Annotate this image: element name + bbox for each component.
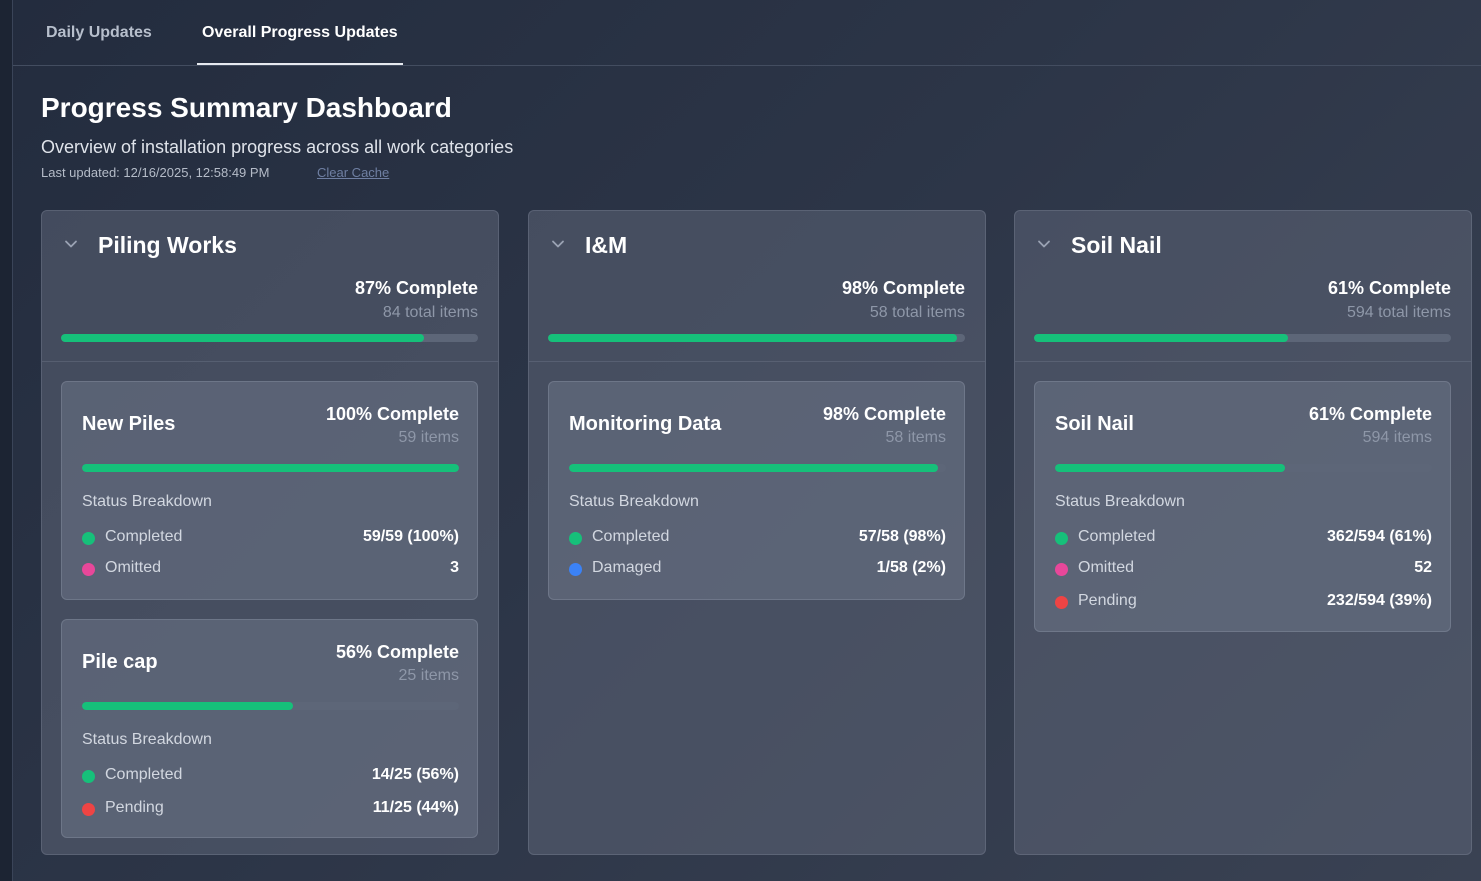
subcategory-card-pile-cap: Pile cap 56% Complete 25 items Status Br… bbox=[61, 619, 478, 838]
subcategory-card-soil-nail: Soil Nail 61% Complete 594 items Status … bbox=[1034, 381, 1451, 632]
status-breakdown-label: Status Breakdown bbox=[82, 731, 212, 748]
category-percent: 61% Complete bbox=[1327, 278, 1451, 298]
subcategory-percent: 100% Complete bbox=[325, 404, 459, 424]
status-row-damaged: Damaged 1/58 (2%) bbox=[569, 558, 946, 580]
chevron-down-icon[interactable] bbox=[551, 237, 565, 251]
subcategory-progress-bar bbox=[569, 464, 946, 472]
status-value: 1/58 (2%) bbox=[876, 559, 946, 576]
status-label: Completed bbox=[1078, 528, 1156, 545]
subcategory-title: Soil Nail bbox=[1055, 413, 1134, 435]
chevron-down-icon[interactable] bbox=[64, 237, 78, 251]
category-title: Soil Nail bbox=[1071, 232, 1162, 258]
status-value: 52 bbox=[1414, 559, 1432, 576]
status-label: Omitted bbox=[1078, 559, 1135, 576]
subcategory-title: Monitoring Data bbox=[569, 413, 722, 435]
category-percent: 87% Complete bbox=[354, 278, 478, 298]
status-value: 11/25 (44%) bbox=[372, 799, 459, 816]
category-card-i-and-m: I&M 98% Complete 58 total items Monitori… bbox=[528, 210, 986, 855]
category-title: Piling Works bbox=[98, 232, 237, 258]
status-row-omitted: Omitted 52 bbox=[1055, 558, 1432, 580]
progress-fill bbox=[82, 702, 294, 710]
category-progress-bar bbox=[1034, 334, 1451, 342]
status-dot-icon bbox=[1055, 532, 1068, 545]
status-row-completed: Completed 59/59 (100%) bbox=[82, 527, 459, 549]
category-header: I&M 98% Complete 58 total items bbox=[529, 211, 985, 362]
status-dot-icon bbox=[1055, 596, 1068, 609]
status-value: 57/58 (98%) bbox=[858, 528, 946, 545]
chevron-down-icon[interactable] bbox=[1037, 237, 1051, 251]
status-dot-icon bbox=[82, 532, 95, 545]
category-header: Soil Nail 61% Complete 594 total items bbox=[1015, 211, 1471, 362]
status-breakdown-label: Status Breakdown bbox=[1055, 493, 1185, 510]
category-title: I&M bbox=[585, 232, 628, 258]
subcategory-card-monitoring-data: Monitoring Data 98% Complete 58 items St… bbox=[548, 381, 965, 600]
status-label: Omitted bbox=[105, 559, 162, 576]
subcategory-items-count: 25 items bbox=[398, 667, 459, 684]
status-dot-icon bbox=[1055, 563, 1068, 576]
category-progress-bar bbox=[61, 334, 478, 342]
status-row-pending: Pending 232/594 (39%) bbox=[1055, 591, 1432, 613]
status-label: Pending bbox=[105, 799, 164, 816]
status-value: 59/59 (100%) bbox=[362, 528, 459, 545]
category-progress-bar bbox=[548, 334, 965, 342]
category-header: Piling Works 87% Complete 84 total items bbox=[42, 211, 498, 362]
subcategory-percent: 98% Complete bbox=[822, 404, 946, 424]
tab-overall-progress-updates[interactable]: Overall Progress Updates bbox=[197, 0, 403, 65]
status-dot-icon bbox=[82, 563, 95, 576]
progress-fill bbox=[548, 334, 957, 342]
subcategory-card-new-piles: New Piles 100% Complete 59 items Status … bbox=[61, 381, 478, 600]
category-total-items: 594 total items bbox=[1346, 304, 1451, 321]
status-breakdown-label: Status Breakdown bbox=[82, 493, 212, 510]
status-label: Completed bbox=[105, 528, 183, 545]
progress-fill bbox=[1034, 334, 1289, 342]
progress-fill bbox=[1055, 464, 1285, 472]
status-dot-icon bbox=[82, 803, 95, 816]
subcategory-progress-bar bbox=[1055, 464, 1432, 472]
subcategory-progress-bar bbox=[82, 464, 459, 472]
status-label: Damaged bbox=[592, 559, 662, 576]
category-percent: 98% Complete bbox=[841, 278, 965, 298]
status-label: Completed bbox=[592, 528, 670, 545]
status-label: Pending bbox=[1078, 592, 1137, 609]
dashboard-frame: Daily Updates Overall Progress Updates P… bbox=[12, 0, 1481, 881]
subcategory-percent: 61% Complete bbox=[1308, 404, 1432, 424]
status-value: 362/594 (61%) bbox=[1327, 528, 1432, 545]
category-card-piling-works: Piling Works 87% Complete 84 total items… bbox=[41, 210, 499, 855]
tab-bar: Daily Updates Overall Progress Updates bbox=[13, 0, 1481, 66]
status-breakdown-label: Status Breakdown bbox=[569, 493, 699, 510]
category-total-items: 84 total items bbox=[382, 304, 478, 321]
page-subtitle: Overview of installation progress across… bbox=[41, 137, 514, 157]
subcategory-percent: 56% Complete bbox=[335, 642, 459, 662]
status-row-completed: Completed 362/594 (61%) bbox=[1055, 527, 1432, 549]
status-value: 232/594 (39%) bbox=[1327, 592, 1432, 609]
category-total-items: 58 total items bbox=[869, 304, 965, 321]
status-value: 3 bbox=[450, 559, 459, 576]
status-row-pending: Pending 11/25 (44%) bbox=[82, 798, 459, 820]
subcategory-items-count: 58 items bbox=[885, 429, 946, 446]
status-dot-icon bbox=[569, 563, 582, 576]
status-row-omitted: Omitted 3 bbox=[82, 558, 459, 580]
clear-cache-link[interactable]: Clear Cache bbox=[317, 165, 389, 180]
status-row-completed: Completed 57/58 (98%) bbox=[569, 527, 946, 549]
status-row-completed: Completed 14/25 (56%) bbox=[82, 765, 459, 787]
subcategory-title: Pile cap bbox=[82, 651, 158, 673]
status-value: 14/25 (56%) bbox=[371, 766, 459, 783]
progress-fill bbox=[82, 464, 459, 472]
status-dot-icon bbox=[569, 532, 582, 545]
last-updated-text: Last updated: 12/16/2025, 12:58:49 PM bbox=[41, 165, 270, 180]
status-label: Completed bbox=[105, 766, 183, 783]
page-title: Progress Summary Dashboard bbox=[41, 92, 452, 123]
progress-fill bbox=[61, 334, 424, 342]
subcategory-items-count: 594 items bbox=[1362, 429, 1432, 446]
subcategory-progress-bar bbox=[82, 702, 459, 710]
category-card-soil-nail: Soil Nail 61% Complete 594 total items S… bbox=[1014, 210, 1472, 855]
status-dot-icon bbox=[82, 770, 95, 783]
tab-daily-updates[interactable]: Daily Updates bbox=[42, 0, 156, 65]
subcategory-items-count: 59 items bbox=[398, 429, 459, 446]
subcategory-title: New Piles bbox=[82, 413, 176, 435]
progress-fill bbox=[569, 464, 939, 472]
